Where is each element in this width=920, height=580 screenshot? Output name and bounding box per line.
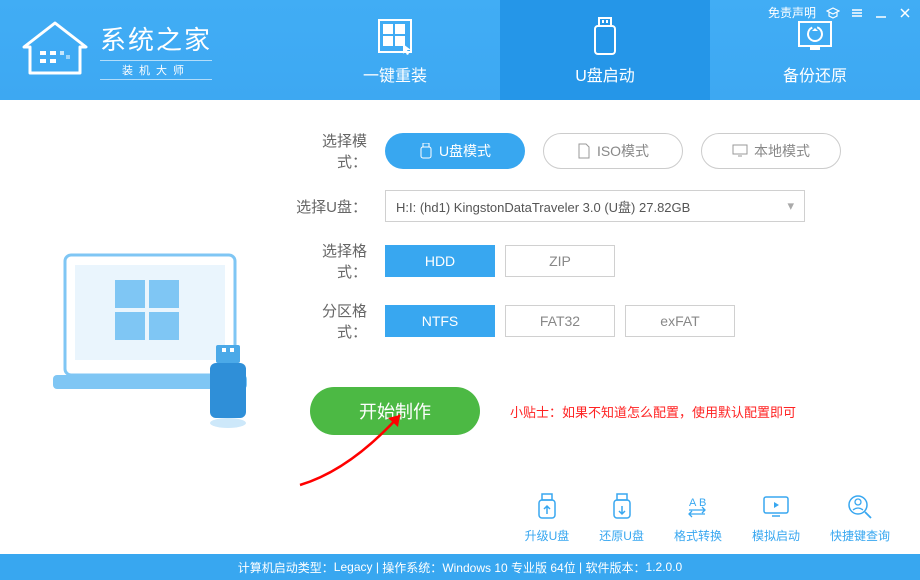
usb-select-row: 选择U盘： H:I: (hd1) KingstonDataTraveler 3.… <box>295 190 885 222</box>
mode-row: 选择模式： U盘模式 ISO模式 本地模式 <box>295 130 885 172</box>
mode-iso-button[interactable]: ISO模式 <box>543 133 683 169</box>
file-icon <box>577 143 591 159</box>
logo-title: 系统之家 <box>100 20 212 57</box>
convert-icon: AB <box>683 492 713 522</box>
tab-label: 一键重装 <box>363 62 427 86</box>
partition-ntfs-button[interactable]: NTFS <box>385 305 495 337</box>
laptop-usb-illustration-icon <box>45 235 275 435</box>
config-form: 选择模式： U盘模式 ISO模式 本地模式 选择U盘： H:I: (hd1) K… <box>285 130 885 540</box>
status-bar: 计算机启动类型： Legacy | 操作系统： Windows 10 专业版 6… <box>0 554 920 580</box>
status-boot-type-label: 计算机启动类型： <box>238 559 334 576</box>
main-content: 选择模式： U盘模式 ISO模式 本地模式 选择U盘： H:I: (hd1) K… <box>0 100 920 540</box>
status-boot-type: Legacy <box>334 560 373 574</box>
chevron-down-icon: ▾ <box>787 198 794 214</box>
logo: 系统之家 装机大师 <box>0 20 290 80</box>
format-row: 选择格式： HDD ZIP <box>295 240 885 282</box>
status-ver-label: 软件版本： <box>586 559 646 576</box>
disclaimer-link[interactable]: 免责声明 <box>768 4 816 21</box>
window-controls: 免责声明 <box>768 4 912 21</box>
partition-exfat-button[interactable]: exFAT <box>625 305 735 337</box>
usb-drive-icon <box>583 14 627 58</box>
format-label: 选择格式： <box>295 240 385 282</box>
start-button[interactable]: 开始制作 <box>310 387 480 435</box>
illustration <box>35 130 285 540</box>
usb-up-icon <box>532 492 562 522</box>
graduation-icon[interactable] <box>826 6 840 20</box>
usb-select[interactable]: H:I: (hd1) KingstonDataTraveler 3.0 (U盘)… <box>385 190 805 222</box>
menu-icon[interactable] <box>850 6 864 20</box>
simboot-button[interactable]: 模拟启动 <box>752 492 800 544</box>
usb-select-value: H:I: (hd1) KingstonDataTraveler 3.0 (U盘)… <box>396 197 690 216</box>
partition-label: 分区格式： <box>295 300 385 342</box>
tab-usb-boot[interactable]: U盘启动 <box>500 0 710 100</box>
mode-local-button[interactable]: 本地模式 <box>701 133 841 169</box>
monitor-icon <box>732 144 748 158</box>
close-icon[interactable] <box>898 6 912 20</box>
mode-label: 选择模式： <box>295 130 385 172</box>
format-zip-button[interactable]: ZIP <box>505 245 615 277</box>
search-person-icon <box>845 492 875 522</box>
tab-reinstall[interactable]: 一键重装 <box>290 0 500 100</box>
windows-cursor-icon <box>373 14 417 58</box>
bottom-actions: 升级U盘 还原U盘 AB 格式转换 模拟启动 快捷键查询 <box>525 492 890 544</box>
shortcut-button[interactable]: 快捷键查询 <box>830 492 890 544</box>
minimize-icon[interactable] <box>874 6 888 20</box>
tab-label: U盘启动 <box>575 62 635 86</box>
tab-label: 备份还原 <box>783 62 847 86</box>
mode-usb-button[interactable]: U盘模式 <box>385 133 525 169</box>
status-ver: 1.2.0.0 <box>646 560 683 574</box>
partition-fat32-button[interactable]: FAT32 <box>505 305 615 337</box>
header: 系统之家 装机大师 一键重装 U盘启动 备份还原 免责声明 <box>0 0 920 100</box>
usb-down-icon <box>607 492 637 522</box>
status-os: Windows 10 专业版 64位 <box>442 559 575 576</box>
start-row: 开始制作 小贴士：如果不知道怎么配置，使用默认配置即可 <box>295 387 885 435</box>
logo-subtitle: 装机大师 <box>100 60 212 80</box>
partition-row: 分区格式： NTFS FAT32 exFAT <box>295 300 885 342</box>
house-logo-icon <box>20 21 90 79</box>
usb-small-icon <box>419 143 433 159</box>
upgrade-usb-button[interactable]: 升级U盘 <box>525 492 570 544</box>
tip-text: 小贴士：如果不知道怎么配置，使用默认配置即可 <box>510 402 796 421</box>
svg-text:A: A <box>689 497 697 509</box>
format-hdd-button[interactable]: HDD <box>385 245 495 277</box>
restore-usb-button[interactable]: 还原U盘 <box>599 492 644 544</box>
status-os-label: 操作系统： <box>382 559 442 576</box>
convert-button[interactable]: AB 格式转换 <box>674 492 722 544</box>
usb-label: 选择U盘： <box>295 196 385 217</box>
monitor-play-icon <box>761 492 791 522</box>
